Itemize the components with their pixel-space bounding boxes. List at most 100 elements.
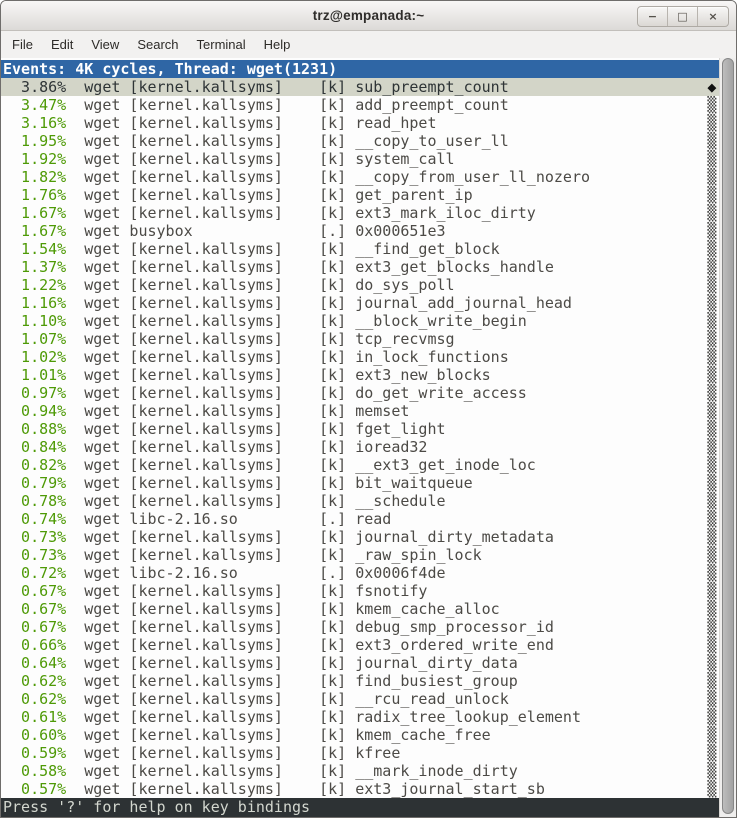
- row-symbol-text: wget [kernel.kallsyms] [k] kmem_cache_fr…: [66, 726, 490, 744]
- perf-row[interactable]: 0.67% wget [kernel.kallsyms] [k] kmem_ca…: [1, 600, 719, 618]
- perf-row[interactable]: 1.37% wget [kernel.kallsyms] [k] ext3_ge…: [1, 258, 719, 276]
- perf-row[interactable]: 0.84% wget [kernel.kallsyms] [k] ioread3…: [1, 438, 719, 456]
- titlebar[interactable]: trz@empanada:~ − □ ×: [1, 1, 736, 31]
- row-percent: 0.88%: [3, 420, 66, 438]
- row-symbol-text: wget [kernel.kallsyms] [k] __mark_inode_…: [66, 762, 518, 780]
- row-percent: 1.82%: [3, 168, 66, 186]
- row-symbol-text: wget [kernel.kallsyms] [k] journal_dirty…: [66, 528, 554, 546]
- row-percent: 0.78%: [3, 492, 66, 510]
- scroll-track-icon: ▒: [707, 564, 716, 582]
- row-symbol-text: wget [kernel.kallsyms] [k] bit_waitqueue: [66, 474, 472, 492]
- minimize-button[interactable]: −: [638, 7, 668, 26]
- perf-row[interactable]: 0.74% wget libc-2.16.so [.] read▒: [1, 510, 719, 528]
- row-percent: 1.95%: [3, 132, 66, 150]
- row-symbol-text: wget [kernel.kallsyms] [k] find_busiest_…: [66, 672, 518, 690]
- perf-row[interactable]: 1.95% wget [kernel.kallsyms] [k] __copy_…: [1, 132, 719, 150]
- scroll-track-icon: ▒: [707, 690, 716, 708]
- perf-row[interactable]: 1.92% wget [kernel.kallsyms] [k] system_…: [1, 150, 719, 168]
- perf-row[interactable]: 0.67% wget [kernel.kallsyms] [k] debug_s…: [1, 618, 719, 636]
- row-symbol-text: wget [kernel.kallsyms] [k] in_lock_funct…: [66, 348, 509, 366]
- perf-symbol-table: 3.86% wget [kernel.kallsyms] [k] sub_pre…: [1, 78, 719, 798]
- scroll-position-icon: ◆: [707, 78, 716, 96]
- row-percent: 0.66%: [3, 636, 66, 654]
- perf-row[interactable]: 0.59% wget [kernel.kallsyms] [k] kfree ▒: [1, 744, 719, 762]
- scroll-track-icon: ▒: [707, 582, 716, 600]
- perf-row[interactable]: 0.67% wget [kernel.kallsyms] [k] fsnotif…: [1, 582, 719, 600]
- perf-row[interactable]: 1.07% wget [kernel.kallsyms] [k] tcp_rec…: [1, 330, 719, 348]
- menu-item-terminal[interactable]: Terminal: [188, 33, 255, 56]
- scroll-track-icon: ▒: [707, 168, 716, 186]
- menu-item-help[interactable]: Help: [255, 33, 300, 56]
- row-symbol-text: wget [kernel.kallsyms] [k] __rcu_read_un…: [66, 690, 509, 708]
- row-symbol-text: wget [kernel.kallsyms] [k] fget_light: [66, 420, 445, 438]
- perf-row[interactable]: 1.67% wget [kernel.kallsyms] [k] ext3_ma…: [1, 204, 719, 222]
- menu-item-view[interactable]: View: [82, 33, 128, 56]
- menu-item-edit[interactable]: Edit: [42, 33, 82, 56]
- perf-row[interactable]: 3.86% wget [kernel.kallsyms] [k] sub_pre…: [1, 78, 719, 96]
- row-symbol-text: wget [kernel.kallsyms] [k] do_get_write_…: [66, 384, 527, 402]
- scroll-track-icon: ▒: [707, 744, 716, 762]
- perf-row[interactable]: 0.94% wget [kernel.kallsyms] [k] memset▒: [1, 402, 719, 420]
- perf-row[interactable]: 0.73% wget [kernel.kallsyms] [k] _raw_sp…: [1, 546, 719, 564]
- perf-row[interactable]: 1.16% wget [kernel.kallsyms] [k] journal…: [1, 294, 719, 312]
- scrollbar-thumb[interactable]: [722, 58, 734, 814]
- row-symbol-text: wget [kernel.kallsyms] [k] ioread32: [66, 438, 427, 456]
- perf-row[interactable]: 0.78% wget [kernel.kallsyms] [k] __sched…: [1, 492, 719, 510]
- perf-row[interactable]: 0.72% wget libc-2.16.so [.] 0x0006f4de▒: [1, 564, 719, 582]
- perf-row[interactable]: 0.73% wget [kernel.kallsyms] [k] journal…: [1, 528, 719, 546]
- perf-row[interactable]: 1.01% wget [kernel.kallsyms] [k] ext3_ne…: [1, 366, 719, 384]
- row-symbol-text: wget [kernel.kallsyms] [k] __copy_to_use…: [66, 132, 509, 150]
- row-percent: 1.92%: [3, 150, 66, 168]
- perf-row[interactable]: 1.82% wget [kernel.kallsyms] [k] __copy_…: [1, 168, 719, 186]
- perf-row[interactable]: 0.61% wget [kernel.kallsyms] [k] radix_t…: [1, 708, 719, 726]
- row-symbol-text: wget [kernel.kallsyms] [k] ext3_new_bloc…: [66, 366, 490, 384]
- scroll-track-icon: ▒: [707, 600, 716, 618]
- scroll-track-icon: ▒: [707, 330, 716, 348]
- perf-row[interactable]: 0.58% wget [kernel.kallsyms] [k] __mark_…: [1, 762, 719, 780]
- perf-row[interactable]: 0.62% wget [kernel.kallsyms] [k] find_bu…: [1, 672, 719, 690]
- menu-item-file[interactable]: File: [3, 33, 42, 56]
- scroll-track-icon: ▒: [707, 420, 716, 438]
- row-symbol-text: wget [kernel.kallsyms] [k] do_sys_poll: [66, 276, 454, 294]
- row-symbol-text: wget [kernel.kallsyms] [k] kmem_cache_al…: [66, 600, 499, 618]
- perf-row[interactable]: 0.97% wget [kernel.kallsyms] [k] do_get_…: [1, 384, 719, 402]
- perf-row[interactable]: 0.82% wget [kernel.kallsyms] [k] __ext3_…: [1, 456, 719, 474]
- scroll-track-icon: ▒: [707, 636, 716, 654]
- maximize-button[interactable]: □: [668, 7, 698, 26]
- row-symbol-text: wget [kernel.kallsyms] [k] tcp_recvmsg: [66, 330, 454, 348]
- perf-row[interactable]: 1.22% wget [kernel.kallsyms] [k] do_sys_…: [1, 276, 719, 294]
- perf-row[interactable]: 1.02% wget [kernel.kallsyms] [k] in_lock…: [1, 348, 719, 366]
- terminal-window: trz@empanada:~ − □ × FileEditViewSearchT…: [0, 0, 737, 818]
- perf-row[interactable]: 0.57% wget [kernel.kallsyms] [k] ext3_jo…: [1, 780, 719, 798]
- perf-row[interactable]: 0.60% wget [kernel.kallsyms] [k] kmem_ca…: [1, 726, 719, 744]
- terminal-scrollbar[interactable]: [719, 58, 736, 817]
- perf-row[interactable]: 0.62% wget [kernel.kallsyms] [k] __rcu_r…: [1, 690, 719, 708]
- scroll-track-icon: ▒: [707, 438, 716, 456]
- perf-row[interactable]: 0.66% wget [kernel.kallsyms] [k] ext3_or…: [1, 636, 719, 654]
- perf-row[interactable]: 0.79% wget [kernel.kallsyms] [k] bit_wai…: [1, 474, 719, 492]
- row-symbol-text: wget [kernel.kallsyms] [k] __copy_from_u…: [66, 168, 590, 186]
- scroll-track-icon: ▒: [707, 348, 716, 366]
- perf-row[interactable]: 1.54% wget [kernel.kallsyms] [k] __find_…: [1, 240, 719, 258]
- scroll-track-icon: ▒: [707, 114, 716, 132]
- row-symbol-text: wget [kernel.kallsyms] [k] kfree: [66, 744, 400, 762]
- row-percent: 0.72%: [3, 564, 66, 582]
- scroll-track-icon: ▒: [707, 708, 716, 726]
- perf-row[interactable]: 3.16% wget [kernel.kallsyms] [k] read_hp…: [1, 114, 719, 132]
- perf-row[interactable]: 0.88% wget [kernel.kallsyms] [k] fget_li…: [1, 420, 719, 438]
- perf-row[interactable]: 0.64% wget [kernel.kallsyms] [k] journal…: [1, 654, 719, 672]
- row-symbol-text: wget [kernel.kallsyms] [k] journal_add_j…: [66, 294, 572, 312]
- row-symbol-text: wget [kernel.kallsyms] [k] __ext3_get_in…: [66, 456, 536, 474]
- close-button[interactable]: ×: [698, 7, 728, 26]
- row-percent: 0.59%: [3, 744, 66, 762]
- perf-row[interactable]: 1.10% wget [kernel.kallsyms] [k] __block…: [1, 312, 719, 330]
- perf-row[interactable]: 1.67% wget busybox [.] 0x000651e3▒: [1, 222, 719, 240]
- scroll-track-icon: ▒: [707, 312, 716, 330]
- scroll-track-icon: ▒: [707, 366, 716, 384]
- terminal-viewport[interactable]: Events: 4K cycles, Thread: wget(1231) 3.…: [1, 58, 736, 817]
- perf-row[interactable]: 3.47% wget [kernel.kallsyms] [k] add_pre…: [1, 96, 719, 114]
- row-percent: 0.67%: [3, 618, 66, 636]
- perf-row[interactable]: 1.76% wget [kernel.kallsyms] [k] get_par…: [1, 186, 719, 204]
- menu-item-search[interactable]: Search: [128, 33, 187, 56]
- scroll-track-icon: ▒: [707, 96, 716, 114]
